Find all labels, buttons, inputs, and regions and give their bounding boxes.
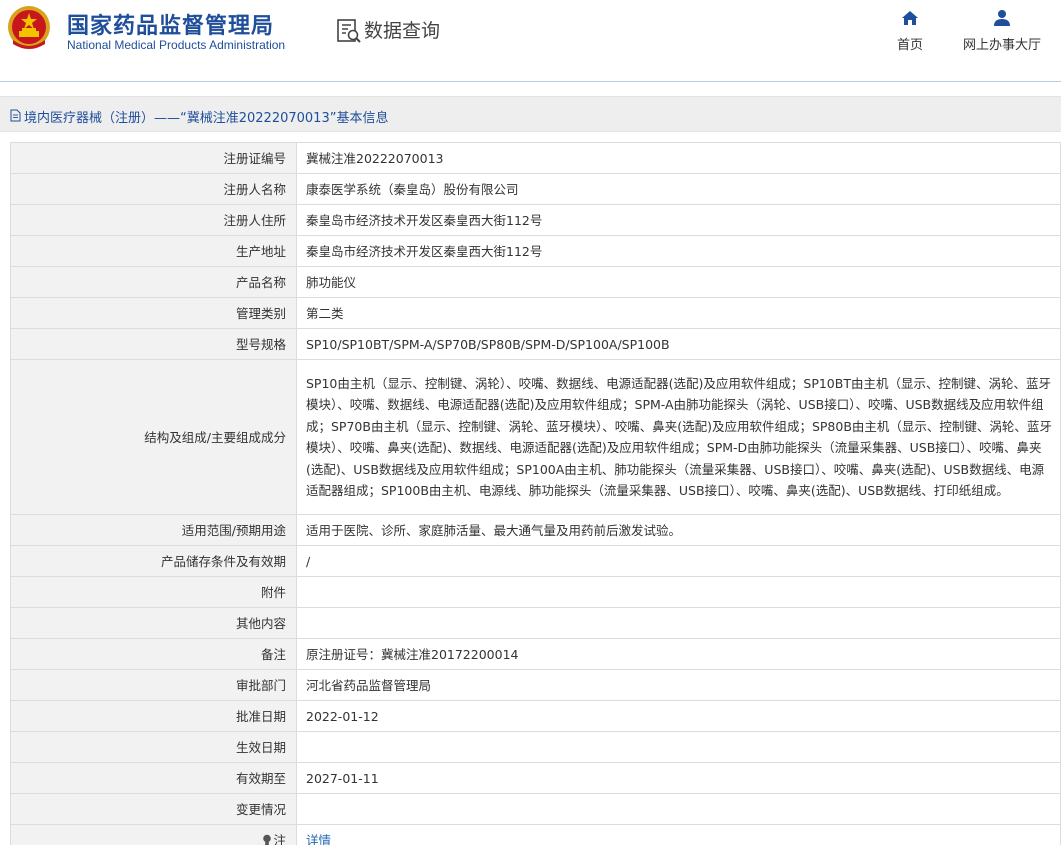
- table-row: 注册人名称 康泰医学系统（秦皇岛）股份有限公司: [10, 173, 1061, 205]
- national-emblem-logo[interactable]: [5, 4, 53, 52]
- document-icon: [10, 109, 21, 122]
- row-value: 适用于医院、诊所、家庭肺活量、最大通气量及用药前后激发试验。: [296, 514, 1061, 546]
- row-label: 注册人名称: [10, 173, 297, 205]
- row-value: 河北省药品监督管理局: [296, 669, 1061, 701]
- row-value: [296, 607, 1061, 639]
- row-label: 审批部门: [10, 669, 297, 701]
- table-row: 附件: [10, 576, 1061, 608]
- row-label: 产品储存条件及有效期: [10, 545, 297, 577]
- table-row: 批准日期 2022-01-12: [10, 700, 1061, 732]
- user-icon: [994, 10, 1010, 26]
- row-label: 变更情况: [10, 793, 297, 825]
- row-label: 注册人住所: [10, 204, 297, 236]
- row-value: 2027-01-11: [296, 762, 1061, 794]
- row-label: 附件: [10, 576, 297, 608]
- breadcrumb: 境内医疗器械（注册）——“冀械注准20222070013”基本信息: [0, 96, 1061, 132]
- row-value: SP10/SP10BT/SPM-A/SP70B/SP80B/SPM-D/SP10…: [296, 328, 1061, 360]
- table-row: 型号规格 SP10/SP10BT/SPM-A/SP70B/SP80B/SPM-D/…: [10, 328, 1061, 360]
- table-row: 审批部门 河北省药品监督管理局: [10, 669, 1061, 701]
- table-row: 产品名称 肺功能仪: [10, 266, 1061, 298]
- nav-online-hall-label: 网上办事大厅: [962, 38, 1041, 53]
- data-query-icon: [337, 19, 361, 43]
- row-label: 结构及组成/主要组成成分: [10, 359, 297, 515]
- table-row: 其他内容: [10, 607, 1061, 639]
- row-label: 型号规格: [10, 328, 297, 360]
- nav-online-hall-link[interactable]: 网上办事大厅: [957, 8, 1047, 53]
- row-value: 肺功能仪: [296, 266, 1061, 298]
- row-value: [296, 793, 1061, 825]
- table-row: 备注 原注册证号：冀械注准20172200014: [10, 638, 1061, 670]
- table-row: 有效期至 2027-01-11: [10, 762, 1061, 794]
- breadcrumb-text: 境内医疗器械（注册）——“冀械注准20222070013”基本信息: [24, 111, 389, 126]
- table-row: 注册人住所 秦皇岛市经济技术开发区秦皇西大街112号: [10, 204, 1061, 236]
- nav-home-link[interactable]: 首页: [890, 8, 930, 53]
- row-value: [296, 731, 1061, 763]
- row-label: 批准日期: [10, 700, 297, 732]
- brand-title-en[interactable]: National Medical Products Administration: [67, 38, 285, 52]
- note-label: 注: [273, 832, 286, 845]
- table-row: 生产地址 秦皇岛市经济技术开发区秦皇西大街112号: [10, 235, 1061, 267]
- site-header: 国家药品监督管理局 National Medical Products Admi…: [0, 0, 1061, 82]
- row-value: 康泰医学系统（秦皇岛）股份有限公司: [296, 173, 1061, 205]
- row-label: 有效期至: [10, 762, 297, 794]
- row-label: 其他内容: [10, 607, 297, 639]
- row-value: 冀械注准20222070013: [296, 142, 1061, 174]
- table-row: 产品储存条件及有效期 /: [10, 545, 1061, 577]
- row-label: 适用范围/预期用途: [10, 514, 297, 546]
- brand-title-cn[interactable]: 国家药品监督管理局: [67, 8, 274, 40]
- data-query-title: 数据查询: [364, 20, 441, 42]
- row-value: 2022-01-12: [296, 700, 1061, 732]
- table-row: 生效日期: [10, 731, 1061, 763]
- row-value: SP10由主机（显示、控制键、涡轮）、咬嘴、数据线、电源适配器(选配)及应用软件…: [296, 359, 1061, 515]
- row-label: 生效日期: [10, 731, 297, 763]
- row-value: 第二类: [296, 297, 1061, 329]
- note-value-cell: 详情: [296, 824, 1061, 845]
- table-row: 适用范围/预期用途 适用于医院、诊所、家庭肺活量、最大通气量及用药前后激发试验。: [10, 514, 1061, 546]
- row-label: 管理类别: [10, 297, 297, 329]
- row-value: 秦皇岛市经济技术开发区秦皇西大街112号: [296, 204, 1061, 236]
- home-icon: [902, 11, 918, 25]
- row-label: 注册证编号: [10, 142, 297, 174]
- table-row: 变更情况: [10, 793, 1061, 825]
- table-row-note: 注 详情: [10, 824, 1061, 845]
- lightbulb-icon: [263, 834, 272, 845]
- row-label: 产品名称: [10, 266, 297, 298]
- details-link[interactable]: 详情: [306, 833, 331, 845]
- device-info-table: 注册证编号 冀械注准20222070013 注册人名称 康泰医学系统（秦皇岛）股份有限…: [10, 142, 1061, 845]
- row-value: 原注册证号：冀械注准20172200014: [296, 638, 1061, 670]
- table-row: 管理类别 第二类: [10, 297, 1061, 329]
- table-row: 结构及组成/主要组成成分 SP10由主机（显示、控制键、涡轮）、咬嘴、数据线、电源…: [10, 359, 1061, 515]
- nav-home-label: 首页: [896, 38, 923, 53]
- row-label: 备注: [10, 638, 297, 670]
- row-label: 生产地址: [10, 235, 297, 267]
- row-value: [296, 576, 1061, 608]
- row-value: /: [296, 545, 1061, 577]
- row-value: 秦皇岛市经济技术开发区秦皇西大街112号: [296, 235, 1061, 267]
- table-row: 注册证编号 冀械注准20222070013: [10, 142, 1061, 174]
- note-label-cell: 注: [10, 824, 297, 845]
